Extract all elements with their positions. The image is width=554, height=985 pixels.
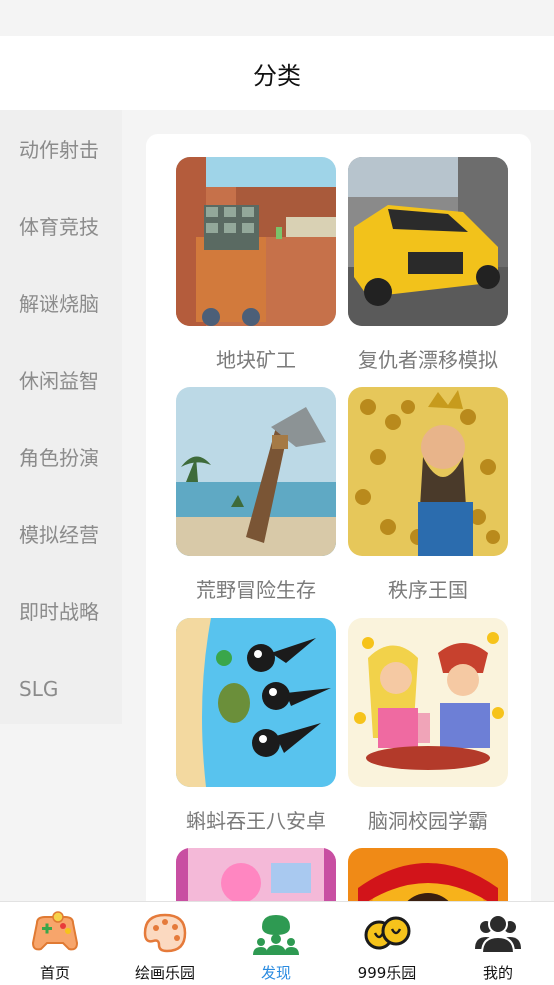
users-icon <box>475 914 521 954</box>
sidebar-item-action-shooting[interactable]: 动作射击 <box>19 138 99 162</box>
tab-discover[interactable]: 发现 <box>221 902 331 985</box>
tab-mine[interactable]: 我的 <box>443 902 553 985</box>
game-card[interactable]: 荒野冒险生存 <box>176 387 336 602</box>
game-grid: 地块矿工 复仇者漂移模拟 荒野冒险生存 秩序王国 蝌蚪吞王八安卓 脑洞校园学霸 <box>146 134 531 924</box>
tab-drawing-label: 绘画乐园 <box>134 964 195 982</box>
tab-mine-label: 我的 <box>482 964 513 982</box>
coins-icon <box>364 916 411 950</box>
tab-drawing[interactable]: 绘画乐园 <box>110 902 220 985</box>
game-card[interactable]: 蝌蚪吞王八安卓 <box>176 618 336 833</box>
game-thumbnail[interactable] <box>348 387 508 556</box>
palette-icon <box>143 913 187 953</box>
tab-home-label: 首页 <box>39 964 70 982</box>
game-thumbnail[interactable] <box>176 618 336 787</box>
game-thumbnail[interactable] <box>176 157 336 326</box>
game-thumbnail[interactable] <box>348 157 508 326</box>
game-thumbnail[interactable] <box>348 618 508 787</box>
game-thumbnail[interactable] <box>176 387 336 556</box>
sidebar-item-rts[interactable]: 即时战略 <box>19 600 99 624</box>
discover-group-icon <box>253 915 299 955</box>
game-name: 秩序王国 <box>388 578 468 602</box>
game-name: 复仇者漂移模拟 <box>358 348 498 372</box>
header: 分类 <box>0 36 554 110</box>
sidebar-item-puzzle[interactable]: 解谜烧脑 <box>19 292 99 316</box>
game-card[interactable]: 地块矿工 <box>176 157 336 372</box>
gamepad-icon <box>31 911 79 951</box>
sidebar-item-rpg[interactable]: 角色扮演 <box>19 446 99 470</box>
sidebar-item-casual[interactable]: 休闲益智 <box>19 369 99 393</box>
tab-999-park[interactable]: 999乐园 <box>332 902 442 985</box>
tab-999-park-label: 999乐园 <box>357 964 417 982</box>
sidebar-item-simulation[interactable]: 模拟经营 <box>19 523 99 547</box>
tab-discover-label: 发现 <box>260 964 291 982</box>
game-name: 地块矿工 <box>216 348 296 372</box>
bottom-tab-bar: 首页 绘画乐园 发现 999乐园 我的 <box>0 901 554 985</box>
sidebar-item-slg[interactable]: SLG <box>19 677 58 701</box>
game-name: 荒野冒险生存 <box>196 578 316 602</box>
game-card[interactable]: 脑洞校园学霸 <box>348 618 508 833</box>
page-title: 分类 <box>253 61 301 90</box>
status-bar <box>0 0 554 36</box>
game-card[interactable]: 秩序王国 <box>348 387 508 602</box>
game-card[interactable]: 复仇者漂移模拟 <box>348 157 508 372</box>
tab-home[interactable]: 首页 <box>0 902 110 985</box>
sidebar-item-sports[interactable]: 体育竞技 <box>19 215 99 239</box>
game-name: 脑洞校园学霸 <box>368 809 488 833</box>
category-sidebar: 动作射击 体育竞技 解谜烧脑 休闲益智 角色扮演 模拟经营 即时战略 SLG <box>0 110 122 724</box>
game-name: 蝌蚪吞王八安卓 <box>186 809 326 833</box>
